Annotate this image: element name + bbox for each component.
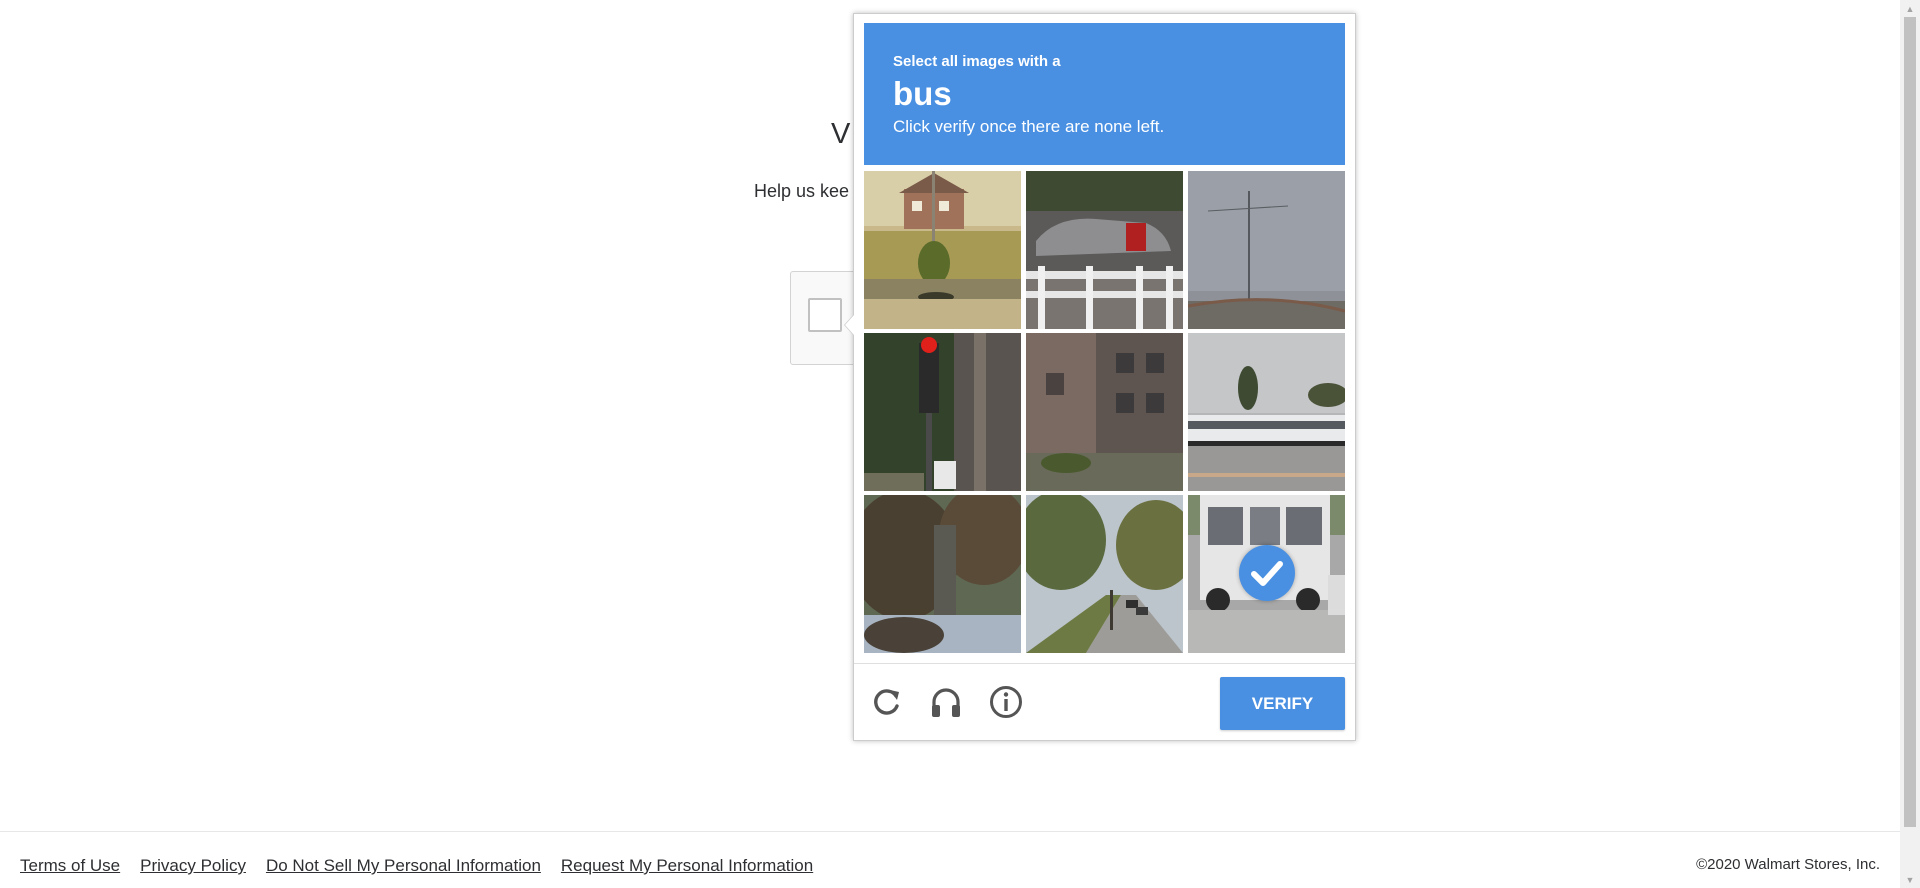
image-tile-4[interactable] [864, 333, 1021, 491]
scroll-down-icon[interactable]: ▼ [1900, 871, 1920, 888]
target-object: bus [893, 75, 952, 112]
scrollbar[interactable]: ▲ ▼ [1900, 0, 1920, 888]
image-tile-2[interactable] [1026, 171, 1183, 329]
tile-image [1026, 333, 1183, 491]
image-tile-9[interactable] [1188, 495, 1345, 653]
image-tile-7[interactable] [864, 495, 1021, 653]
privacy-policy-link[interactable]: Privacy Policy [140, 856, 246, 876]
image-tile-3[interactable] [1188, 171, 1345, 329]
challenge-footer: VERIFY [854, 663, 1355, 740]
tile-image [864, 171, 1021, 329]
request-info-link[interactable]: Request My Personal Information [561, 856, 813, 876]
image-tile-6[interactable] [1188, 333, 1345, 491]
recaptcha-checkbox[interactable] [808, 298, 842, 332]
reload-icon[interactable] [868, 684, 904, 720]
page-footer: Terms of Use Privacy Policy Do Not Sell … [0, 831, 1900, 888]
image-tile-8[interactable] [1026, 495, 1183, 653]
captcha-challenge: Select all images with a bus Click verif… [844, 13, 1356, 741]
headphones-icon[interactable] [928, 684, 964, 720]
page-subtext: Help us kee [754, 181, 850, 201]
selected-check-icon [1239, 545, 1295, 601]
instruction-text: Select all images with a [893, 53, 1061, 70]
tile-image [1026, 171, 1183, 329]
tile-image [1188, 171, 1345, 329]
challenge-pointer [844, 314, 854, 336]
tile-image [1026, 495, 1183, 653]
tile-image [1188, 333, 1345, 491]
tile-image [864, 495, 1021, 653]
image-tile-5[interactable] [1026, 333, 1183, 491]
tile-image [864, 333, 1021, 491]
instruction-subtext: Click verify once there are none left. [893, 117, 1165, 136]
image-grid [864, 171, 1345, 655]
page-heading: V [831, 118, 851, 150]
do-not-sell-link[interactable]: Do Not Sell My Personal Information [266, 856, 541, 876]
image-tile-1[interactable] [864, 171, 1021, 329]
footer-links: Terms of Use Privacy Policy Do Not Sell … [20, 856, 813, 876]
copyright-text: ©2020 Walmart Stores, Inc. [1696, 856, 1880, 873]
challenge-header: Select all images with a bus Click verif… [864, 23, 1345, 165]
scroll-up-icon[interactable]: ▲ [1900, 0, 1920, 17]
verify-button[interactable]: VERIFY [1220, 677, 1345, 730]
info-icon[interactable] [988, 684, 1024, 720]
scrollbar-thumb[interactable] [1904, 17, 1916, 827]
terms-of-use-link[interactable]: Terms of Use [20, 856, 120, 876]
